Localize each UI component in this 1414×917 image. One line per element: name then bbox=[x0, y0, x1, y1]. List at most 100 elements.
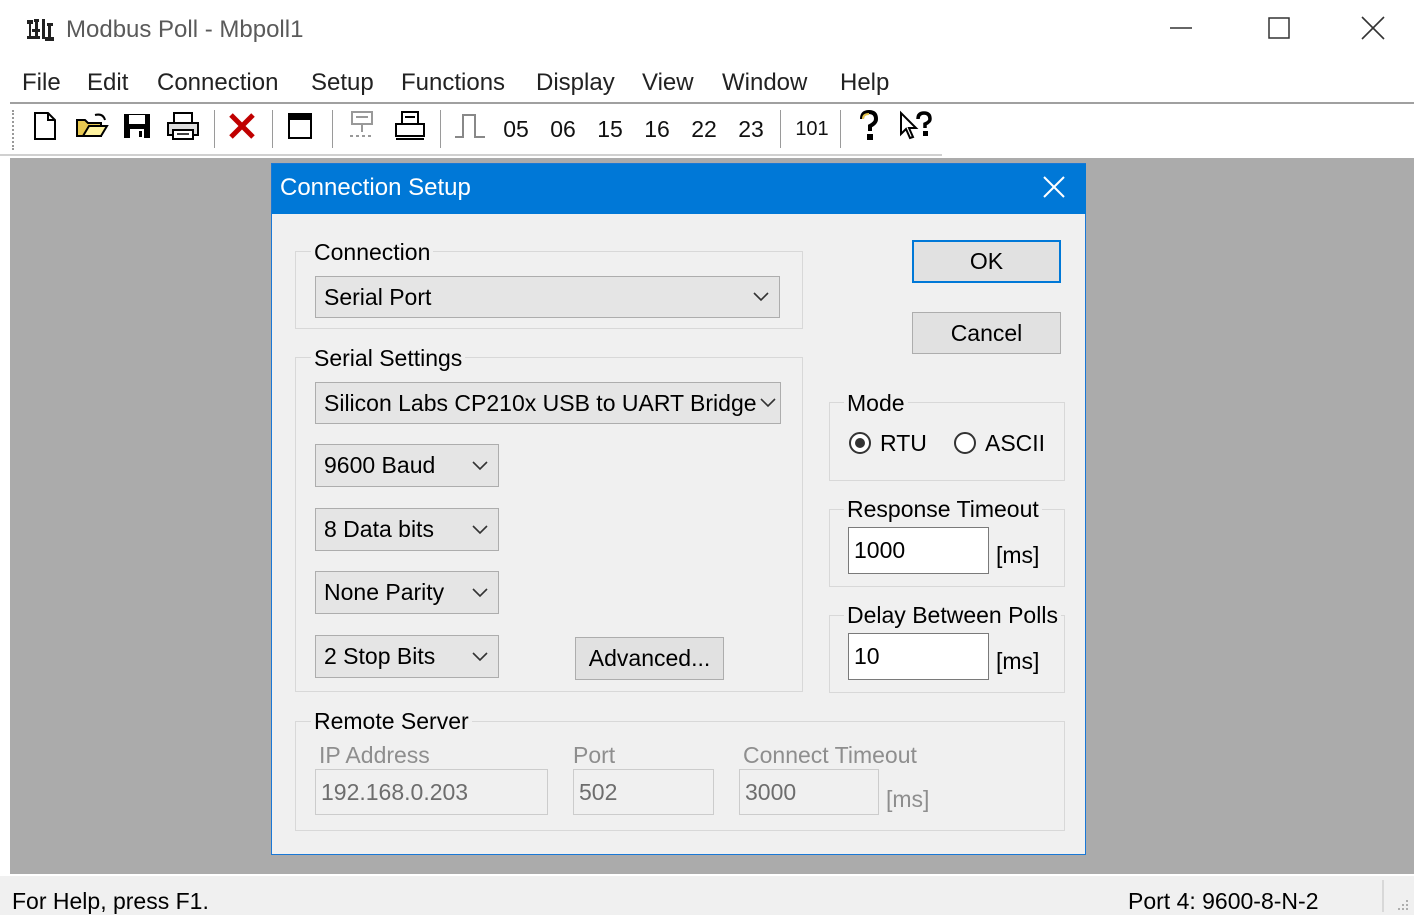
menu-setup[interactable]: Setup bbox=[311, 69, 374, 97]
close-button[interactable] bbox=[1350, 10, 1396, 50]
print-icon bbox=[165, 112, 201, 146]
serial-port-value: Silicon Labs CP210x USB to UART Bridge bbox=[324, 389, 757, 416]
menu-window[interactable]: Window bbox=[722, 69, 807, 97]
toolbar-separator bbox=[840, 110, 841, 148]
print-button[interactable] bbox=[164, 112, 202, 146]
ip-address-input[interactable]: 192.168.0.203 bbox=[315, 769, 548, 815]
delay-between-polls-unit: [ms] bbox=[996, 648, 1040, 674]
chevron-down-icon bbox=[462, 587, 498, 598]
connection-type-value: Serial Port bbox=[324, 283, 432, 310]
pulse-button[interactable] bbox=[450, 112, 490, 146]
fc-23-button[interactable]: 23 bbox=[732, 112, 770, 146]
window-title: Modbus Poll - Mbpoll1 bbox=[66, 16, 304, 43]
ascii-radio-label[interactable]: ASCII bbox=[985, 430, 1045, 457]
parity-value: None Parity bbox=[324, 579, 445, 605]
ok-button[interactable]: OK bbox=[912, 240, 1061, 283]
fc-06-button[interactable]: 06 bbox=[544, 112, 582, 146]
close-icon bbox=[1043, 175, 1065, 203]
radio-selected-dot bbox=[855, 438, 865, 448]
response-timeout-label: Response Timeout bbox=[844, 496, 1042, 523]
window-button[interactable] bbox=[282, 112, 318, 146]
menu-help[interactable]: Help bbox=[840, 69, 889, 97]
close-icon bbox=[1361, 15, 1385, 45]
toolbar-separator bbox=[272, 110, 273, 148]
port-input[interactable]: 502 bbox=[573, 769, 714, 815]
connection-group-label: Connection bbox=[311, 239, 434, 266]
toolbar-separator bbox=[332, 110, 333, 148]
toolbar-separator bbox=[440, 110, 441, 148]
help-button[interactable] bbox=[852, 109, 886, 148]
toolbar-separator bbox=[214, 110, 215, 148]
connect-timeout-label: Connect Timeout bbox=[743, 742, 917, 768]
open-button[interactable] bbox=[74, 112, 110, 146]
menu-connection[interactable]: Connection bbox=[157, 69, 278, 97]
menu-display[interactable]: Display bbox=[536, 69, 615, 97]
chevron-down-icon bbox=[757, 398, 780, 408]
window-icon bbox=[286, 112, 314, 146]
chevron-down-icon bbox=[462, 524, 498, 535]
save-button[interactable] bbox=[120, 112, 154, 146]
communication-traffic-button[interactable] bbox=[342, 110, 382, 148]
fc-15-button[interactable]: 15 bbox=[591, 112, 629, 146]
status-divider bbox=[1382, 880, 1384, 912]
new-button[interactable] bbox=[30, 112, 60, 146]
fc-101-button[interactable]: 101 bbox=[790, 112, 834, 146]
print-preview-button[interactable] bbox=[390, 110, 430, 148]
baud-rate-select[interactable]: 9600 Baud bbox=[315, 444, 499, 487]
status-help-text: For Help, press F1. bbox=[12, 888, 209, 914]
delete-icon bbox=[227, 111, 257, 147]
cancel-button[interactable]: Cancel bbox=[912, 312, 1061, 354]
toolbar-divider bbox=[0, 154, 942, 156]
ascii-radio[interactable] bbox=[954, 432, 976, 454]
delay-between-polls-input[interactable]: 10 bbox=[848, 633, 989, 680]
maximize-button[interactable] bbox=[1256, 10, 1302, 50]
maximize-icon bbox=[1268, 16, 1290, 44]
menu-view[interactable]: View bbox=[642, 69, 694, 97]
resize-grip-icon[interactable] bbox=[1396, 898, 1410, 917]
connect-timeout-input[interactable]: 3000 bbox=[739, 769, 879, 815]
new-document-icon bbox=[33, 112, 57, 146]
port-label: Port bbox=[573, 742, 616, 768]
remote-server-label: Remote Server bbox=[311, 708, 472, 735]
response-timeout-unit: [ms] bbox=[996, 542, 1040, 568]
open-folder-icon bbox=[75, 112, 109, 146]
menu-edit[interactable]: Edit bbox=[87, 69, 128, 97]
chevron-down-icon bbox=[462, 460, 498, 471]
help-icon bbox=[856, 109, 882, 148]
baud-rate-value: 9600 Baud bbox=[324, 452, 436, 478]
pulse-icon bbox=[453, 111, 487, 147]
status-port-text: Port 4: 9600-8-N-2 bbox=[1128, 888, 1319, 914]
fc-16-button[interactable]: 16 bbox=[638, 112, 676, 146]
fc-05-button[interactable]: 05 bbox=[497, 112, 535, 146]
save-icon bbox=[122, 112, 152, 146]
serial-port-select[interactable]: Silicon Labs CP210x USB to UART Bridge bbox=[315, 382, 781, 424]
toolbar-grip[interactable] bbox=[12, 110, 17, 150]
minimize-button[interactable] bbox=[1158, 10, 1204, 50]
print-preview-icon bbox=[392, 110, 428, 148]
advanced-button[interactable]: Advanced... bbox=[575, 637, 724, 680]
context-help-button[interactable] bbox=[896, 110, 936, 146]
ip-address-label: IP Address bbox=[319, 742, 430, 768]
minimize-icon bbox=[1170, 17, 1192, 44]
connection-type-select[interactable]: Serial Port bbox=[315, 276, 780, 318]
parity-select[interactable]: None Parity bbox=[315, 571, 499, 614]
modbus-poll-app-icon bbox=[26, 17, 56, 43]
data-bits-select[interactable]: 8 Data bits bbox=[315, 508, 499, 551]
dialog-title: Connection Setup bbox=[280, 174, 471, 201]
menu-functions[interactable]: Functions bbox=[401, 69, 505, 97]
fc-22-button[interactable]: 22 bbox=[685, 112, 723, 146]
rtu-radio[interactable] bbox=[849, 432, 871, 454]
stop-bits-select[interactable]: 2 Stop Bits bbox=[315, 635, 499, 678]
mode-label: Mode bbox=[844, 390, 908, 417]
connect-timeout-unit: [ms] bbox=[886, 786, 930, 812]
rtu-radio-label[interactable]: RTU bbox=[880, 430, 927, 457]
toolbar-separator bbox=[780, 110, 781, 148]
delete-button[interactable] bbox=[224, 112, 260, 146]
response-timeout-input[interactable]: 1000 bbox=[848, 527, 989, 574]
stop-bits-value: 2 Stop Bits bbox=[324, 643, 436, 669]
dialog-close-button[interactable] bbox=[1030, 168, 1078, 210]
menu-file[interactable]: File bbox=[22, 69, 61, 97]
data-bits-value: 8 Data bits bbox=[324, 516, 434, 542]
serial-settings-label: Serial Settings bbox=[311, 345, 466, 372]
communication-traffic-icon bbox=[344, 110, 380, 148]
